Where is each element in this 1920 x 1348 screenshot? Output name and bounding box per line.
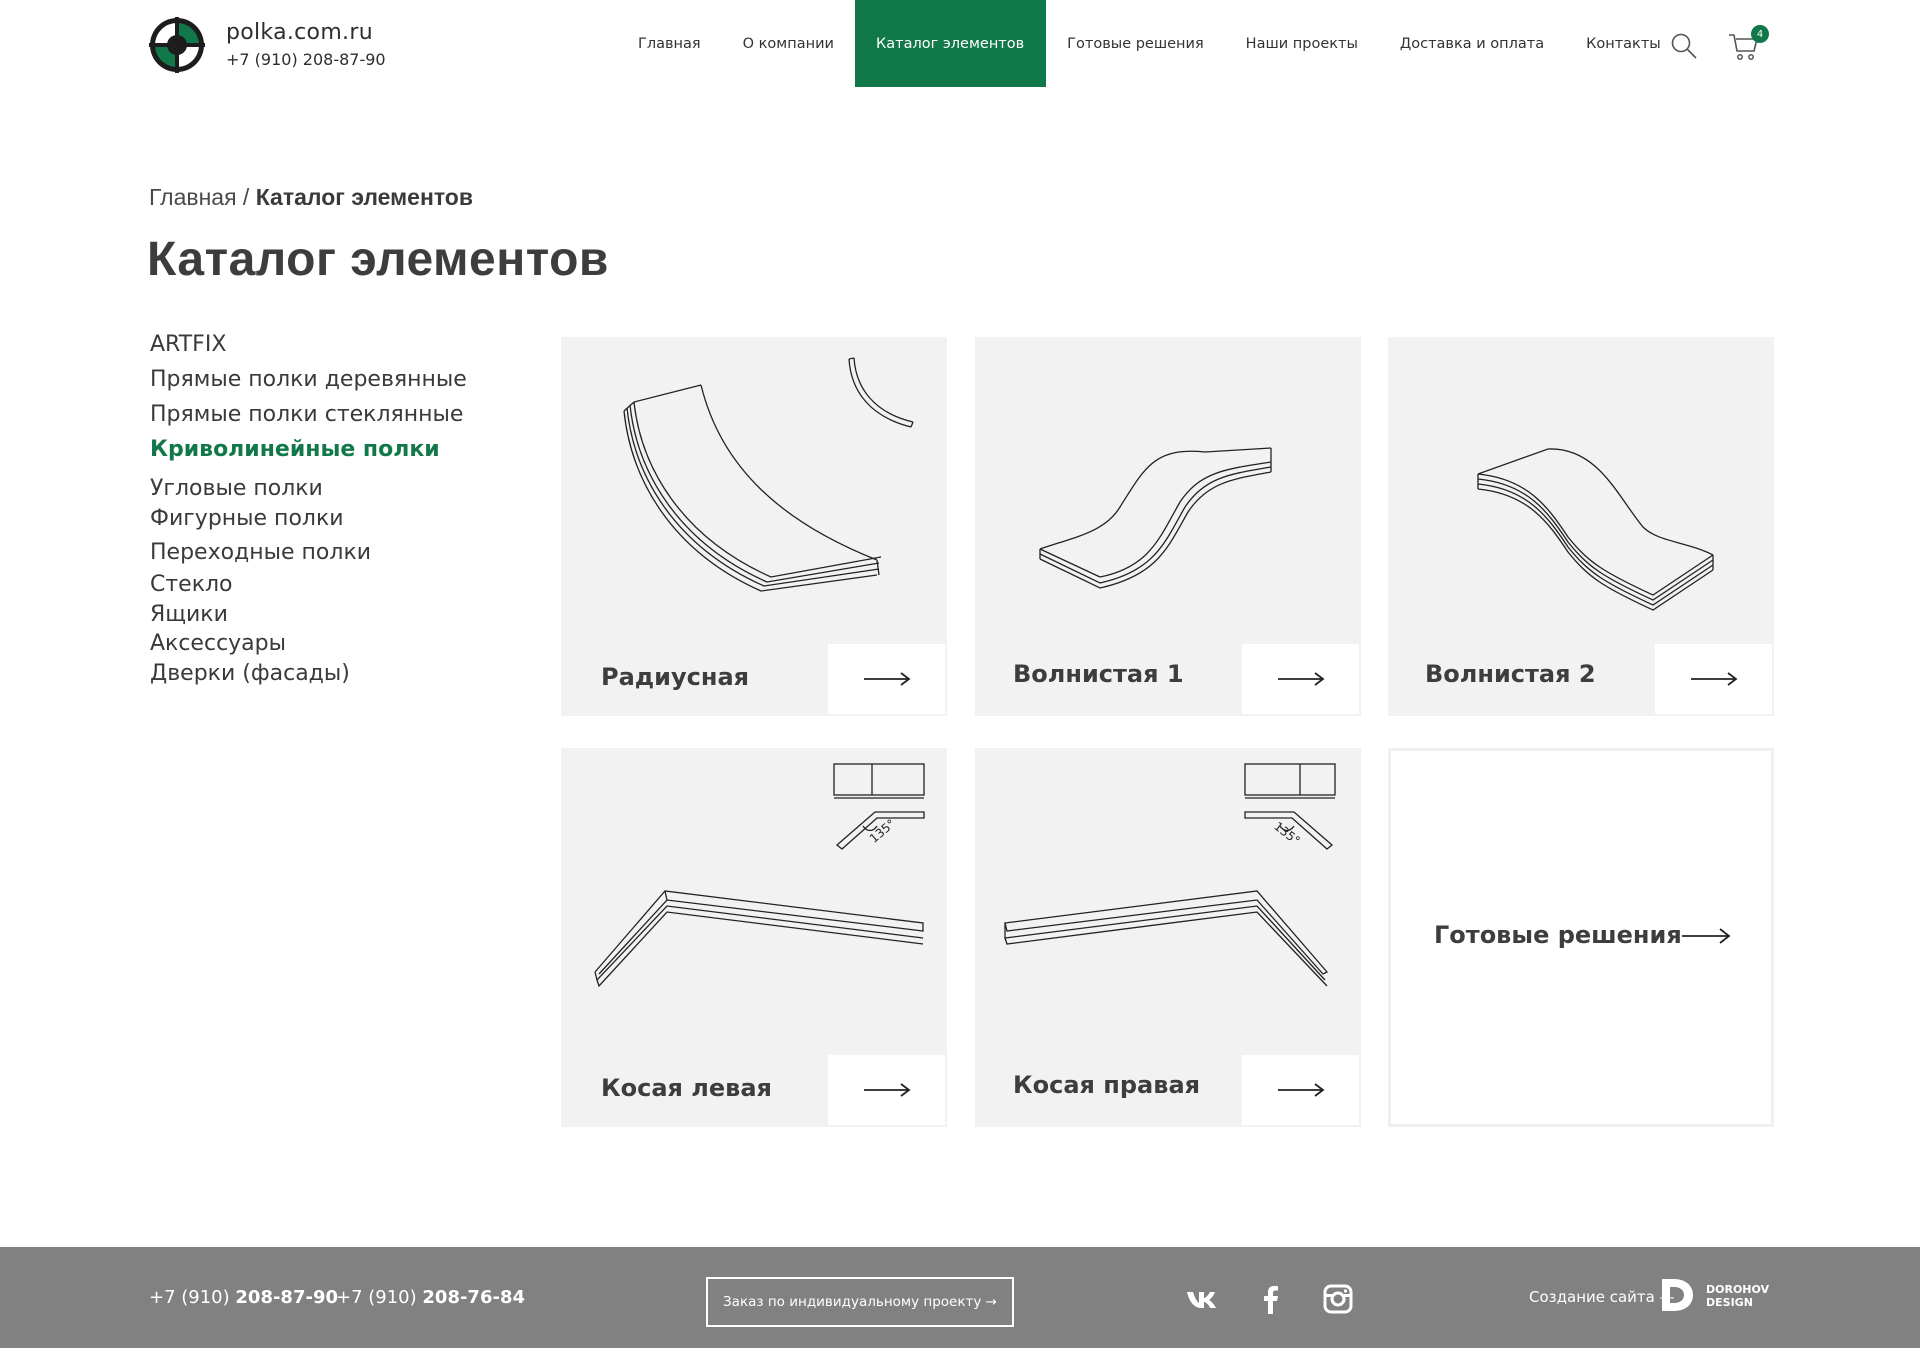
radius-shelf-drawing — [623, 357, 914, 592]
card-label: Косая правая — [1013, 1071, 1201, 1099]
facebook-icon[interactable] — [1255, 1283, 1287, 1315]
sidebar-item-glass-shelves[interactable]: Прямые полки стеклянные — [150, 402, 463, 427]
nav-item-solutions[interactable]: Готовые решения — [1046, 0, 1225, 87]
catalog-card-angled-left[interactable]: 135° Косая левая — [561, 748, 947, 1127]
breadcrumb-home[interactable]: Главная — [149, 184, 237, 210]
nav-item-contacts[interactable]: Контакты — [1565, 0, 1682, 87]
arrow-right-icon — [1277, 672, 1324, 686]
sidebar-item-figured-shelves[interactable]: Фигурные полки — [150, 506, 344, 531]
studio-line-2: DESIGN — [1706, 1296, 1753, 1309]
logo-icon[interactable] — [149, 17, 205, 73]
card-label: Косая левая — [601, 1074, 772, 1102]
card-arrow-button[interactable] — [1242, 1055, 1359, 1125]
main-nav: Главная О компании Каталог элементов Гот… — [617, 0, 1682, 87]
nav-item-projects[interactable]: Наши проекты — [1225, 0, 1379, 87]
sidebar-item-corner-shelves[interactable]: Угловые полки — [150, 476, 323, 501]
footer-phone-1-prefix: +7 (910) — [149, 1287, 236, 1308]
sidebar-item-accessories[interactable]: Аксессуары — [150, 631, 286, 656]
sidebar-item-transition-shelves[interactable]: Переходные полки — [150, 540, 371, 565]
search-icon[interactable] — [1670, 32, 1698, 60]
card-arrow-button[interactable] — [1655, 644, 1772, 714]
header-phone[interactable]: +7 (910) 208-87-90 — [226, 50, 386, 69]
vk-icon[interactable] — [1185, 1283, 1217, 1315]
site-name[interactable]: polka.com.ru — [226, 20, 373, 45]
custom-order-button[interactable]: Заказ по индивидуальному проекту → — [706, 1277, 1014, 1327]
nav-item-catalog[interactable]: Каталог элементов — [854, 0, 1047, 87]
angle-label: 135° — [867, 816, 898, 845]
sidebar-item-glass[interactable]: Стекло — [150, 572, 233, 597]
footer-phone-1-number: 208-87-90 — [235, 1287, 339, 1308]
breadcrumb: Главная / Каталог элементов — [149, 184, 473, 211]
catalog-card-radius[interactable]: Радиусная — [561, 337, 947, 716]
sidebar-item-wood-shelves[interactable]: Прямые полки деревянные — [150, 367, 467, 392]
card-arrow-button[interactable] — [828, 1055, 945, 1125]
arrow-right-icon — [863, 672, 910, 686]
cart-count-badge: 4 — [1751, 25, 1769, 43]
studio-line-1: DOROHOV — [1706, 1283, 1770, 1296]
footer-phone-2-number: 208-76-84 — [422, 1287, 526, 1308]
page-title: Каталог элементов — [147, 233, 609, 286]
card-label: Волнистая 1 — [1013, 660, 1184, 688]
angled-right-shelf-drawing: 135° — [1004, 763, 1336, 987]
nav-item-about[interactable]: О компании — [722, 0, 855, 87]
wavy-shelf-drawing — [1477, 448, 1714, 611]
card-label: Радиусная — [601, 663, 750, 691]
site-footer: +7 (910) 208-87-90 +7 (910) 208-76-84 За… — [0, 1247, 1920, 1348]
sidebar-item-artfix[interactable]: ARTFIX — [150, 332, 226, 357]
sidebar-item-doors[interactable]: Дверки (фасады) — [150, 661, 350, 686]
catalog-card-wavy-1[interactable]: Волнистая 1 — [975, 337, 1361, 716]
angled-left-shelf-drawing: 135° — [594, 763, 925, 988]
ready-solutions-card[interactable]: Готовые решения — [1388, 748, 1774, 1127]
breadcrumb-separator: / — [236, 184, 256, 210]
nav-item-delivery[interactable]: Доставка и оплата — [1379, 0, 1565, 87]
catalog-card-angled-right[interactable]: 135° Косая правая — [975, 748, 1361, 1127]
nav-item-home[interactable]: Главная — [617, 0, 722, 87]
sidebar-item-drawers[interactable]: Ящики — [150, 602, 228, 627]
sidebar-item-curved-shelves[interactable]: Криволинейные полки — [150, 437, 440, 462]
dorohov-design-logo[interactable]: DOROHOV DESIGN — [1660, 1275, 1772, 1315]
site-credit-text: Создание сайта — — [1529, 1288, 1675, 1306]
ready-solutions-label: Готовые решения — [1434, 921, 1682, 949]
site-header: polka.com.ru +7 (910) 208-87-90 Главная … — [0, 0, 1920, 87]
arrow-right-icon — [1690, 672, 1737, 686]
catalog-card-wavy-2[interactable]: Волнистая 2 — [1388, 337, 1774, 716]
instagram-icon[interactable] — [1322, 1283, 1354, 1315]
footer-phone-2[interactable]: +7 (910) 208-76-84 — [336, 1287, 525, 1308]
arrow-right-icon — [1682, 928, 1731, 944]
breadcrumb-current: Каталог элементов — [255, 184, 473, 210]
card-arrow-button[interactable] — [1242, 644, 1359, 714]
wavy-shelf-drawing — [1039, 447, 1272, 589]
footer-phone-2-prefix: +7 (910) — [336, 1287, 423, 1308]
arrow-right-icon — [863, 1083, 910, 1097]
arrow-right-icon — [1277, 1083, 1324, 1097]
card-label: Волнистая 2 — [1425, 660, 1596, 688]
footer-phone-1[interactable]: +7 (910) 208-87-90 — [149, 1287, 338, 1308]
card-arrow-button[interactable] — [828, 644, 945, 714]
